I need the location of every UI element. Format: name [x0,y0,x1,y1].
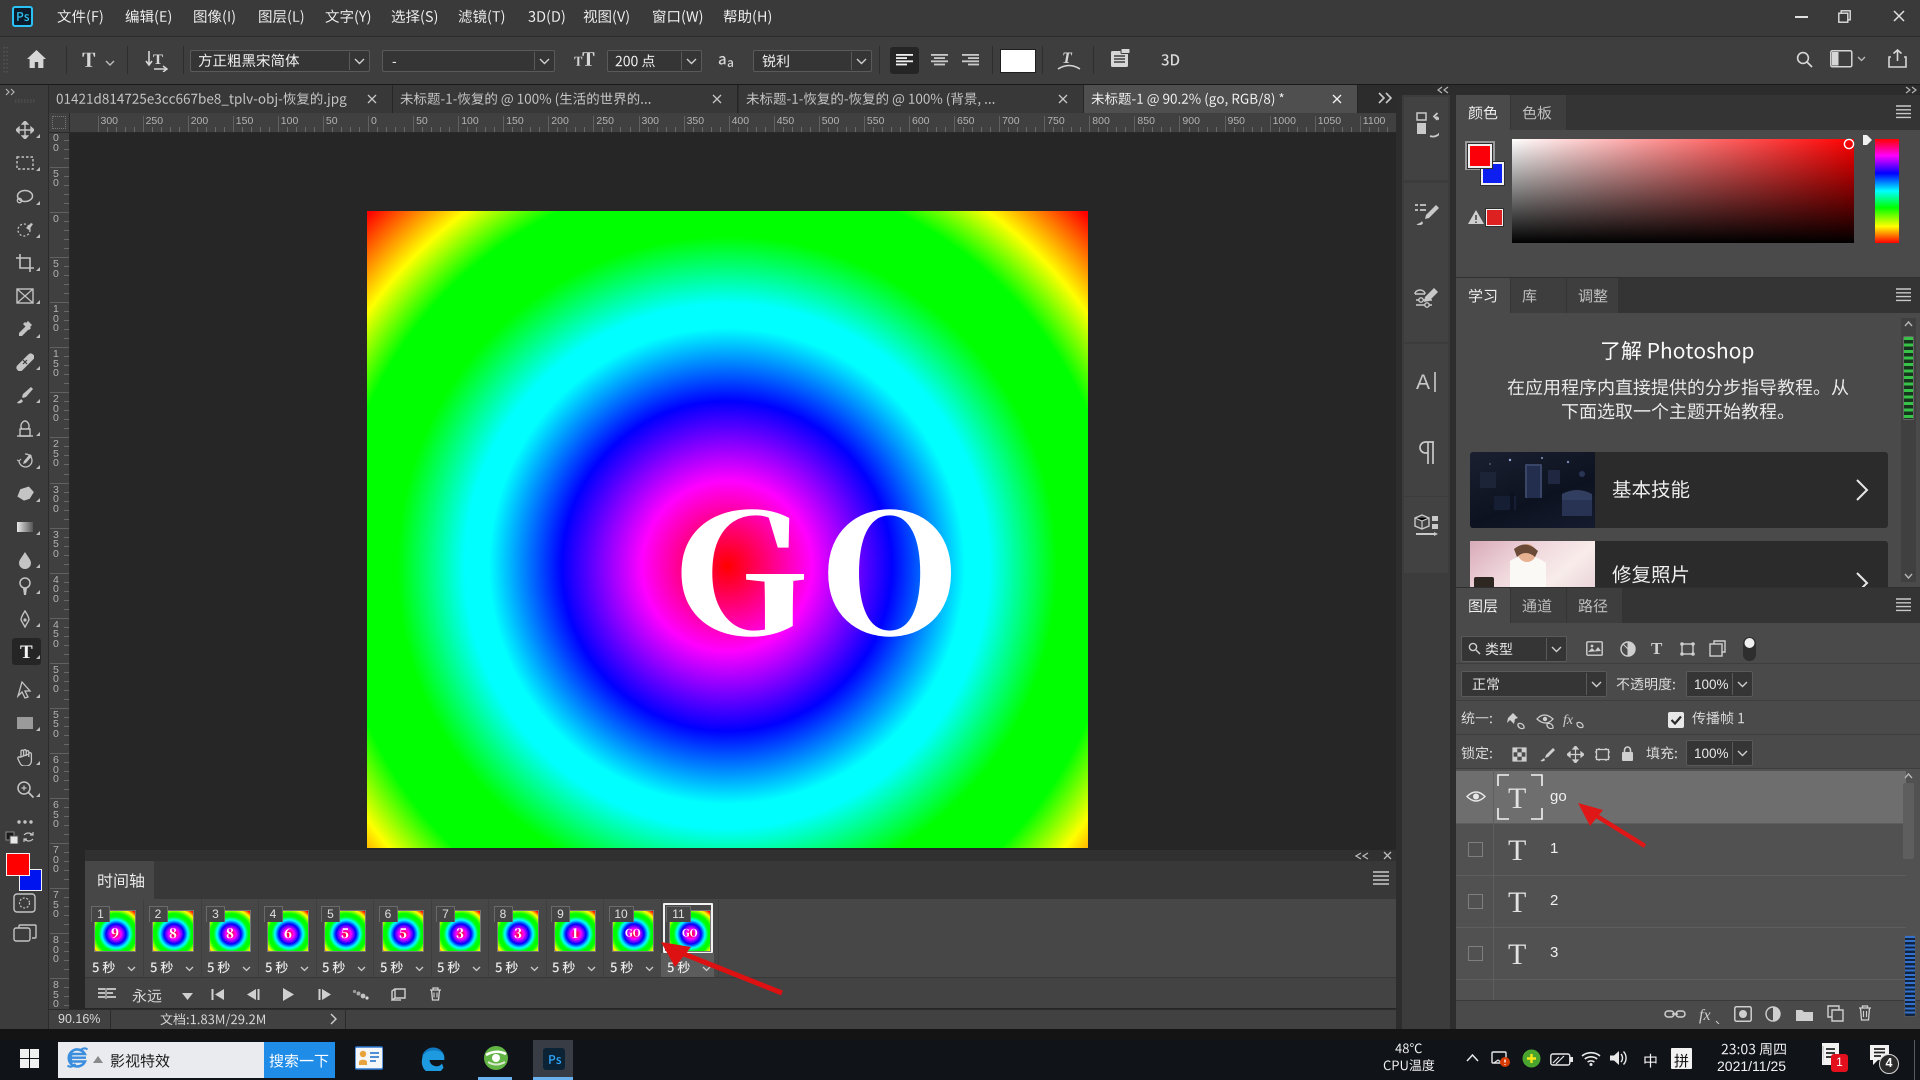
svg-text:T: T [1508,886,1526,917]
svg-text:T: T [20,642,33,661]
svg-text:T: T [1508,938,1526,969]
svg-text:T: T [1062,50,1073,67]
svg-text:T: T [1508,834,1526,865]
svg-text:T: T [1651,640,1663,657]
svg-text:T: T [153,52,163,68]
svg-text:A: A [1416,371,1430,394]
svg-text:fx: fx [1699,1007,1711,1024]
svg-text:fx: fx [1563,713,1574,728]
